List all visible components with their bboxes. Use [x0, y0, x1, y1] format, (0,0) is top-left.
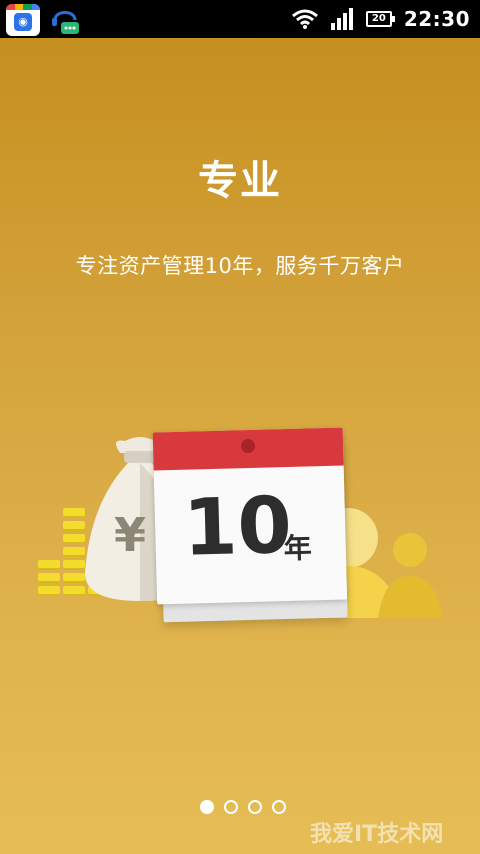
- page-dot-1[interactable]: [200, 800, 214, 814]
- chat-headset-icon: [52, 11, 79, 34]
- calendar-unit: 年: [283, 531, 313, 566]
- battery-icon: 20: [365, 11, 395, 27]
- status-clock: 22:30: [403, 7, 470, 31]
- page-indicator[interactable]: [200, 800, 286, 814]
- page-dot-3[interactable]: [248, 800, 262, 814]
- signal-icon: [330, 8, 353, 30]
- calendar-number: 10: [182, 480, 293, 574]
- page-dot-4[interactable]: [272, 800, 286, 814]
- watermark: 我爱IT技术网: [310, 822, 444, 847]
- page-subtitle: 专注资产管理10年，服务千万客户: [75, 254, 405, 278]
- page-title: 专业: [198, 158, 282, 204]
- page-dot-2[interactable]: [224, 800, 238, 814]
- calendar-icon: 10 年: [152, 427, 348, 623]
- status-bar: ◉ 20 22:30: [0, 0, 480, 38]
- baidu-app-icon: ◉: [6, 4, 40, 36]
- wifi-icon: [291, 9, 318, 29]
- illustration: ¥ 10 年: [0, 378, 480, 623]
- money-bag-symbol: ¥: [114, 508, 146, 562]
- onboarding-splash[interactable]: 专业 专注资产管理10年，服务千万客户 ¥ 10 年 我爱IT技术网: [0, 38, 480, 854]
